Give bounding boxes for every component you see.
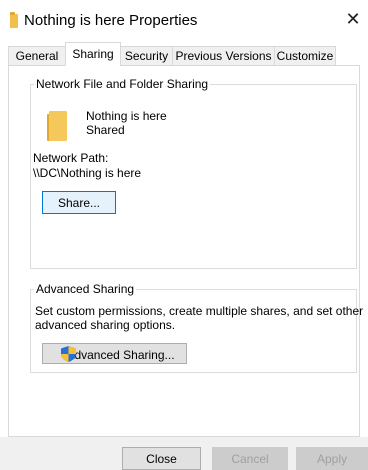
advanced-sharing-group: Advanced Sharing Set custom permissions,…: [30, 282, 363, 373]
advanced-sharing-group-label: Advanced Sharing: [34, 282, 137, 296]
close-button[interactable]: Close: [122, 447, 201, 470]
tab-panel: Network File and Folder Sharing Nothing …: [8, 65, 363, 437]
advanced-sharing-button[interactable]: Advanced Sharing...: [42, 343, 187, 364]
apply-button[interactable]: Apply: [296, 447, 368, 470]
title-bar: Nothing is here Properties ✕: [0, 0, 368, 42]
network-sharing-group-label: Network File and Folder Sharing: [34, 77, 211, 91]
tab-sharing[interactable]: Sharing: [65, 42, 121, 66]
tab-strip: General Sharing Security Previous Versio…: [8, 42, 360, 66]
advanced-sharing-description-line1: Set custom permissions, create multiple …: [35, 304, 364, 318]
folder-icon: [10, 12, 18, 28]
share-status: Shared: [86, 123, 125, 137]
network-path-value: \\DC\Nothing is here: [33, 166, 142, 180]
tab-customize[interactable]: Customize: [274, 46, 336, 65]
tab-general[interactable]: General: [8, 46, 66, 65]
shield-icon: [61, 346, 76, 362]
folder-name: Nothing is here: [86, 109, 167, 123]
cancel-button[interactable]: Cancel: [212, 447, 288, 470]
tab-previous-versions[interactable]: Previous Versions: [172, 46, 275, 65]
folder-icon: [47, 111, 67, 141]
window-title: Nothing is here Properties: [24, 12, 198, 29]
network-sharing-group: Network File and Folder Sharing Nothing …: [30, 77, 357, 269]
advanced-sharing-description-line2: advanced sharing options.: [35, 318, 176, 332]
share-button[interactable]: Share...: [42, 191, 116, 214]
network-path-label: Network Path:: [33, 151, 109, 165]
advanced-sharing-button-label: Advanced Sharing...: [66, 348, 175, 362]
dialog-footer: Close Cancel Apply: [0, 437, 368, 470]
close-icon[interactable]: ✕: [342, 8, 364, 30]
tab-security[interactable]: Security: [120, 46, 173, 65]
